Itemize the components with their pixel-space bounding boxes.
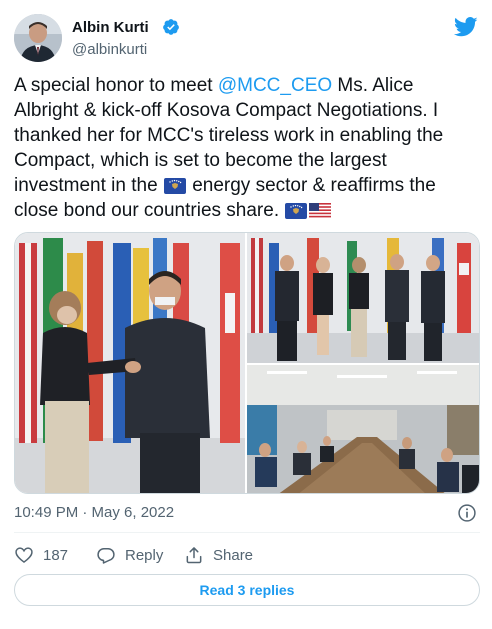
author-name[interactable]: Albin Kurti — [72, 19, 149, 36]
action-bar: 187 Reply Share — [14, 542, 480, 568]
avatar[interactable] — [14, 14, 62, 62]
reply-label: Reply — [125, 546, 164, 564]
share-button[interactable]: Share — [184, 542, 253, 568]
meeting-room-photo[interactable] — [247, 365, 479, 493]
mention-link[interactable]: @MCC_CEO — [218, 75, 332, 96]
share-label: Share — [213, 546, 254, 564]
tweet-card: Albin Kurti @albinkurti A special honor … — [0, 0, 492, 629]
reply-button[interactable]: Reply — [96, 542, 163, 568]
reply-icon — [97, 548, 115, 564]
tweet-text: A special honor to meet @MCC_CEO Ms. Ali… — [14, 73, 480, 223]
info-icon[interactable] — [457, 503, 477, 523]
group-photo[interactable] — [247, 233, 479, 363]
timestamp[interactable]: 10:49 PM · May 6, 2022 — [14, 504, 174, 521]
share-icon — [186, 547, 202, 564]
like-button[interactable]: 187 — [14, 542, 68, 568]
author-handle[interactable]: @albinkurti — [72, 41, 147, 58]
tweet-text-part: A special honor to meet — [14, 75, 218, 96]
divider — [14, 532, 480, 533]
verified-badge-icon — [163, 19, 179, 35]
media-grid — [14, 232, 480, 494]
heart-icon — [15, 547, 33, 564]
kosovo-flag-icon — [285, 203, 308, 219]
handshake-photo[interactable] — [15, 233, 245, 493]
tweet-header: Albin Kurti @albinkurti — [14, 14, 478, 64]
twitter-bird-icon[interactable] — [454, 17, 478, 37]
usa-flag-icon — [309, 203, 332, 219]
read-replies-button[interactable]: Read 3 replies — [14, 574, 480, 606]
kosovo-flag-icon — [163, 178, 186, 194]
like-count: 187 — [43, 546, 69, 564]
